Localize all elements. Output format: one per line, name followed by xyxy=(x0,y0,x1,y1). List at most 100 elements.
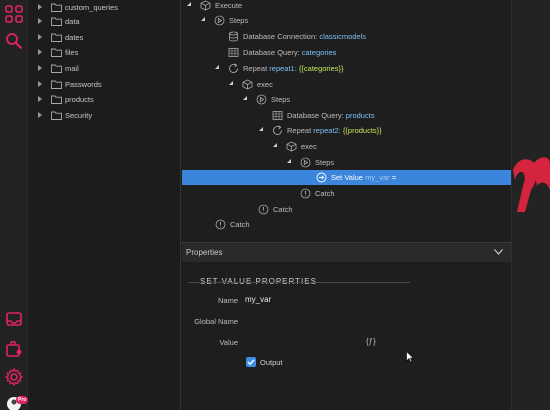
step-db-connection[interactable]: Database Connection: classicmodels xyxy=(182,29,511,44)
step-label: Repeat repeat2: {{products}} xyxy=(287,126,382,135)
properties-title: Properties xyxy=(186,248,223,257)
table-icon xyxy=(228,48,239,57)
step-catch1[interactable]: Catch xyxy=(182,217,511,232)
step-label: Steps xyxy=(229,16,249,25)
chevron-expanded-icon[interactable] xyxy=(243,96,247,100)
step-label: exec xyxy=(301,142,317,151)
step-repeat1[interactable]: Repeat repeat1: {{categories}} xyxy=(182,61,511,76)
step-execute[interactable]: Execute xyxy=(182,0,511,13)
name-field[interactable]: my_var xyxy=(245,295,271,304)
folder-label: Passwords xyxy=(65,79,102,89)
inbox-icon[interactable] xyxy=(4,309,24,329)
alert-circle-icon xyxy=(300,188,311,199)
folder-icon xyxy=(51,64,62,73)
folder-label: Security xyxy=(65,110,93,120)
chevron-expanded-icon[interactable] xyxy=(215,65,219,69)
chevron-expanded-icon[interactable] xyxy=(287,159,291,163)
step-db-query-products[interactable]: Database Query: products xyxy=(182,108,511,123)
folder-icon xyxy=(51,111,62,120)
chevron-right-icon[interactable] xyxy=(38,49,42,55)
folder-label: mail xyxy=(65,63,79,73)
chevron-right-icon[interactable] xyxy=(38,81,42,87)
output-label: Output xyxy=(260,358,283,367)
play-circle-icon xyxy=(300,157,311,168)
folder-label: files xyxy=(65,47,79,57)
pro-badge: Pro xyxy=(16,396,29,404)
alert-circle-icon xyxy=(258,204,269,215)
section-divider xyxy=(188,282,410,283)
folder-label: dates xyxy=(65,32,84,42)
cube-icon xyxy=(200,0,211,11)
chevron-expanded-icon[interactable] xyxy=(187,2,191,6)
chevron-expanded-icon[interactable] xyxy=(201,17,205,21)
step-label: Steps xyxy=(315,158,335,167)
step-label: Database Connection: classicmodels xyxy=(243,32,366,41)
chevron-right-icon[interactable] xyxy=(38,65,42,71)
set-value-icon xyxy=(316,172,327,183)
step-label: Repeat repeat1: {{categories}} xyxy=(243,64,344,73)
step-label: Execute xyxy=(215,1,243,10)
step-label: Catch xyxy=(230,220,250,229)
file-tree-panel: custom_queries data dates files mail Pas… xyxy=(28,0,181,410)
folder-icon xyxy=(51,3,62,12)
table-icon xyxy=(272,111,283,120)
step-exec1[interactable]: exec xyxy=(182,77,511,92)
name-label: Name xyxy=(217,296,238,305)
folder-label: data xyxy=(65,16,80,26)
chevron-right-icon[interactable] xyxy=(38,4,42,10)
plugin-icon[interactable] xyxy=(4,339,24,359)
folder-label: products xyxy=(65,94,94,104)
step-label: exec xyxy=(257,80,273,89)
database-icon xyxy=(229,31,238,42)
step-steps[interactable]: Steps xyxy=(182,13,511,28)
step-steps3[interactable]: Steps xyxy=(182,155,511,170)
step-label: Set Value my_var = xyxy=(331,173,397,182)
step-exec2[interactable]: exec xyxy=(182,139,511,154)
step-label: Database Query: products xyxy=(287,111,375,120)
folder-icon xyxy=(51,80,62,89)
folder-icon xyxy=(51,48,62,57)
step-label: Catch xyxy=(315,189,335,198)
chevron-expanded-icon[interactable] xyxy=(273,143,277,147)
properties-panel: SET VALUE PROPERTIES Name my_var Global … xyxy=(182,262,511,410)
chevron-down-icon[interactable] xyxy=(494,249,503,255)
play-circle-icon xyxy=(256,94,267,105)
search-icon[interactable] xyxy=(4,31,24,51)
output-checkbox[interactable] xyxy=(246,357,256,367)
apps-grid-icon[interactable] xyxy=(4,4,24,24)
properties-header[interactable]: Properties xyxy=(182,242,511,262)
chevron-expanded-icon[interactable] xyxy=(229,81,233,85)
cube-icon xyxy=(242,79,253,90)
folder-label: custom_queries xyxy=(65,2,118,12)
folder-icon xyxy=(51,33,62,42)
step-label: Database Query: categories xyxy=(243,48,337,57)
chevron-right-icon[interactable] xyxy=(38,96,42,102)
chevron-right-icon[interactable] xyxy=(38,18,42,24)
step-catch2[interactable]: Catch xyxy=(182,202,511,217)
value-label: Value xyxy=(219,338,238,347)
step-db-query-categories[interactable]: Database Query: categories xyxy=(182,45,511,60)
step-repeat2[interactable]: Repeat repeat2: {{products}} xyxy=(182,123,511,138)
step-label: Steps xyxy=(271,95,291,104)
play-circle-icon xyxy=(214,15,225,26)
chevron-expanded-icon[interactable] xyxy=(259,127,263,131)
step-set-value[interactable]: Set Value my_var = xyxy=(182,170,511,185)
folder-icon xyxy=(51,17,62,26)
repeat-icon xyxy=(229,63,238,73)
steps-tree-panel: Execute Steps Database Connection: class… xyxy=(182,0,511,240)
activity-bar: Pro xyxy=(0,0,29,410)
folder-icon xyxy=(51,95,62,104)
step-steps2[interactable]: Steps xyxy=(182,92,511,107)
chevron-right-icon[interactable] xyxy=(38,112,42,118)
settings-gear-icon[interactable] xyxy=(4,367,24,387)
formula-editor-icon[interactable]: {ƒ} xyxy=(366,337,376,346)
global-name-label: Global Name xyxy=(194,317,238,326)
chevron-right-icon[interactable] xyxy=(38,34,42,40)
repeat-icon xyxy=(273,125,282,135)
checkmark-icon xyxy=(247,359,255,366)
alert-circle-icon xyxy=(215,219,226,230)
brand-logo-icon xyxy=(513,157,550,212)
mouse-cursor-icon xyxy=(406,351,414,363)
step-catch3[interactable]: Catch xyxy=(182,186,511,201)
step-label: Catch xyxy=(273,205,293,214)
